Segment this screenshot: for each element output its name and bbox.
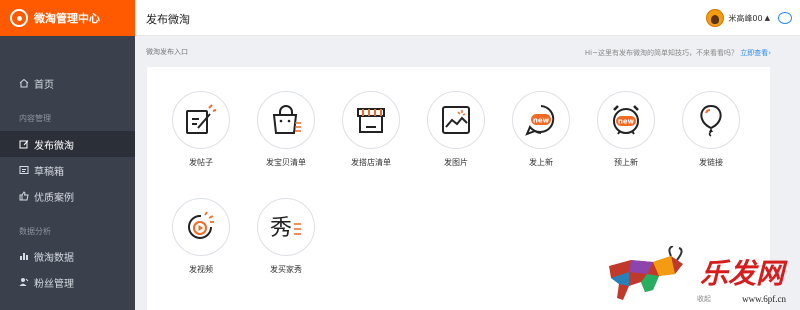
sidebar-item-label: 首页 (34, 79, 54, 91)
alarm-new-icon: new (597, 91, 655, 149)
bag-icon (257, 91, 315, 149)
case-icon (19, 191, 29, 201)
tile-link[interactable]: 发链接 (671, 91, 751, 168)
tile-new[interactable]: new 发上新 (501, 91, 581, 168)
watermark-url: www.6pf.cn (742, 294, 786, 304)
top-header: 发布微淘 米高峰00 ▲ (135, 0, 800, 36)
data-icon (19, 251, 29, 261)
brand-logo[interactable]: 微淘管理中心 (0, 0, 135, 36)
sidebar-item-label: 粉丝管理 (34, 278, 74, 290)
caret-down-icon: ▲ (764, 14, 770, 22)
tile-image[interactable]: 发图片 (416, 91, 496, 168)
user-name: 米高峰00 (728, 13, 763, 23)
view-now-link[interactable]: 立即查看 (740, 49, 768, 57)
video-icon (172, 198, 230, 256)
site-watermark: 乐发网 收起 www.6pf.cn (601, 246, 796, 308)
entry-title: 微淘发布入口 (146, 48, 188, 56)
watermark-text: 乐发网 (699, 257, 784, 290)
sidebar-item-label: 发布微淘 (34, 140, 74, 152)
tile-label: 发搭店清单 (351, 158, 391, 167)
image-icon (427, 91, 485, 149)
sidebar-item-label: 草稿箱 (34, 166, 64, 178)
brand-logo-icon (10, 9, 28, 27)
tile-label: 发帖子 (189, 158, 213, 167)
tile-label: 发链接 (699, 158, 723, 167)
tile-label: 发宝贝清单 (266, 158, 306, 167)
sidebar: 微淘管理中心 首页 内容管理 发布微淘 草稿箱 优质案例 数据分析 微淘数据 粉… (0, 0, 135, 310)
tile-buyer-show[interactable]: 秀 发买家秀 (246, 198, 326, 275)
avatar[interactable] (706, 9, 725, 27)
tile-video[interactable]: 发视频 (161, 198, 241, 275)
tile-post[interactable]: 发帖子 (161, 91, 241, 168)
brand-name: 微淘管理中心 (34, 12, 100, 25)
edit-icon (19, 139, 29, 149)
tile-label: 发图片 (444, 158, 468, 167)
tile-label: 发买家秀 (270, 265, 302, 274)
bull-logo-icon (609, 246, 683, 300)
svg-text:new: new (533, 117, 550, 125)
fans-icon (19, 277, 29, 287)
page-title: 发布微淘 (146, 13, 190, 26)
draft-icon (19, 165, 29, 175)
new-icon: new (512, 91, 570, 149)
post-icon (172, 91, 230, 149)
sidebar-item-label: 优质案例 (34, 192, 74, 204)
store-icon (342, 91, 400, 149)
sidebar-item-cases[interactable]: 优质案例 (0, 183, 135, 209)
balloon-icon (682, 91, 740, 149)
sidebar-item-publish[interactable]: 发布微淘 (0, 131, 135, 157)
tile-label: 发视频 (189, 265, 213, 274)
svg-text:new: new (618, 118, 635, 126)
info-bar: 微淘发布入口 Hi~这里有发布微淘的简单知技巧，不来看看吗？ 立即查看› (135, 37, 800, 65)
tile-store-list[interactable]: 发搭店清单 (331, 91, 411, 168)
tile-label: 发上新 (529, 158, 553, 167)
sidebar-item-data[interactable]: 微淘数据 (0, 243, 135, 269)
tile-item-list[interactable]: 发宝贝清单 (246, 91, 326, 168)
tips-text: Hi~这里有发布微淘的简单知技巧，不来看看吗？ 立即查看› (584, 49, 771, 57)
show-icon: 秀 (257, 198, 315, 256)
svg-text:秀: 秀 (270, 216, 292, 241)
section-title-content: 内容管理 (19, 114, 51, 123)
tile-pre-new[interactable]: new 预上新 (586, 91, 666, 168)
user-menu[interactable]: 米高峰00 ▲ (706, 9, 770, 27)
chat-icon[interactable] (778, 12, 792, 24)
sidebar-item-home[interactable]: 首页 (0, 70, 135, 96)
sidebar-item-label: 微淘数据 (34, 252, 74, 264)
section-title-data: 数据分析 (19, 227, 51, 236)
home-icon (19, 78, 29, 88)
tile-label: 预上新 (614, 158, 638, 167)
collapse-text: 收起 (697, 295, 711, 303)
sidebar-item-fans[interactable]: 粉丝管理 (0, 269, 135, 295)
sidebar-item-drafts[interactable]: 草稿箱 (0, 157, 135, 183)
